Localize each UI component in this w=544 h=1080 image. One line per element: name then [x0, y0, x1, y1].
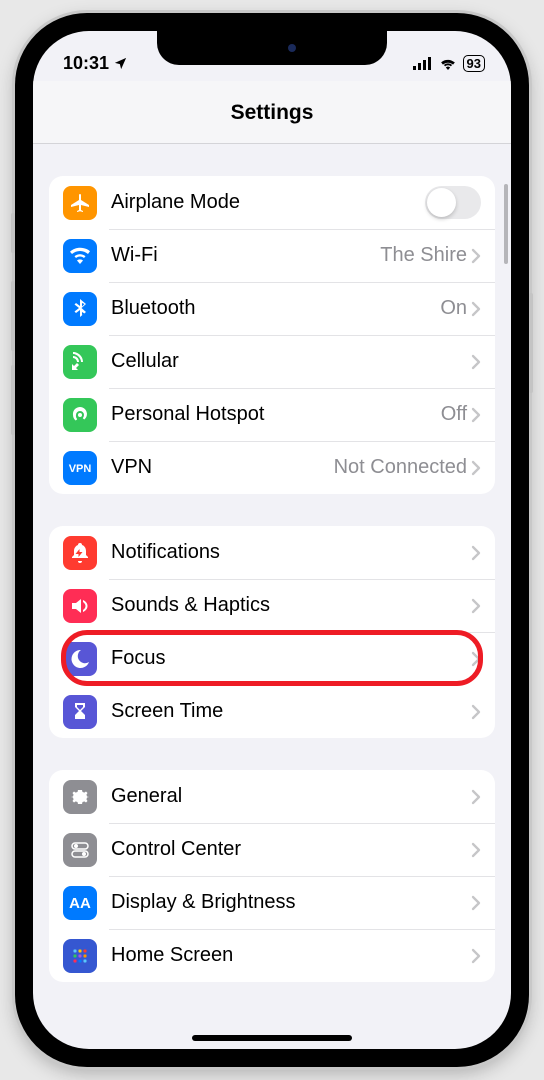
volume-up — [11, 281, 15, 351]
bluetooth-icon — [63, 292, 97, 326]
chevron-right-icon — [471, 301, 481, 317]
home-indicator[interactable] — [192, 1035, 352, 1041]
personal-hotspot-icon — [63, 398, 97, 432]
settings-row-cellular[interactable]: Cellular — [49, 335, 495, 388]
vpn-icon: VPN — [63, 451, 97, 485]
row-label: Notifications — [111, 541, 471, 564]
row-value: Not Connected — [334, 456, 467, 479]
settings-row-focus[interactable]: Focus — [49, 632, 495, 685]
settings-row-control-center[interactable]: Control Center — [49, 823, 495, 876]
focus-icon — [63, 642, 97, 676]
device-frame: 10:31 93 Settings Airplane Mode Wi-FiThe … — [15, 13, 529, 1067]
row-label: Wi-Fi — [111, 244, 380, 267]
home-screen-icon — [63, 939, 97, 973]
row-value: On — [440, 297, 467, 320]
nav-header: Settings — [33, 81, 511, 144]
settings-row-notifications[interactable]: Notifications — [49, 526, 495, 579]
chevron-right-icon — [471, 598, 481, 614]
chevron-right-icon — [471, 545, 481, 561]
chevron-right-icon — [471, 354, 481, 370]
settings-row-display[interactable]: AA Display & Brightness — [49, 876, 495, 929]
general-icon — [63, 780, 97, 814]
settings-list[interactable]: Airplane ModeWi-FiThe ShireBluetoothOnCe… — [33, 144, 511, 1049]
battery-indicator: 93 — [463, 55, 485, 72]
settings-row-screen-time[interactable]: Screen Time — [49, 685, 495, 738]
airplane-mode-icon — [63, 186, 97, 220]
settings-row-home-screen[interactable]: Home Screen — [49, 929, 495, 982]
control-center-icon — [63, 833, 97, 867]
settings-row-sounds-haptics[interactable]: Sounds & Haptics — [49, 579, 495, 632]
svg-text:VPN: VPN — [69, 463, 92, 475]
screen: 10:31 93 Settings Airplane Mode Wi-FiThe … — [33, 31, 511, 1049]
power-button — [529, 293, 533, 393]
scroll-indicator — [504, 184, 508, 264]
settings-group: Notifications Sounds & Haptics Focus Screen… — [49, 526, 495, 738]
wifi-signal-icon — [439, 57, 457, 70]
row-label: Control Center — [111, 838, 471, 861]
chevron-right-icon — [471, 842, 481, 858]
settings-row-vpn[interactable]: VPNVPNNot Connected — [49, 441, 495, 494]
display-icon: AA — [63, 886, 97, 920]
status-time: 10:31 — [63, 53, 109, 74]
chevron-right-icon — [471, 948, 481, 964]
chevron-right-icon — [471, 407, 481, 423]
settings-row-general[interactable]: General — [49, 770, 495, 823]
chevron-right-icon — [471, 789, 481, 805]
chevron-right-icon — [471, 651, 481, 667]
volume-down — [11, 365, 15, 435]
settings-row-airplane-mode[interactable]: Airplane Mode — [49, 176, 495, 229]
cellular-icon — [63, 345, 97, 379]
mute-switch — [11, 213, 15, 253]
sounds-haptics-icon — [63, 589, 97, 623]
page-title: Settings — [33, 101, 511, 125]
svg-text:AA: AA — [69, 895, 91, 912]
row-label: Display & Brightness — [111, 891, 471, 914]
row-label: General — [111, 785, 471, 808]
wifi-icon — [63, 239, 97, 273]
settings-row-personal-hotspot[interactable]: Personal HotspotOff — [49, 388, 495, 441]
row-label: Sounds & Haptics — [111, 594, 471, 617]
row-value: The Shire — [380, 244, 467, 267]
chevron-right-icon — [471, 704, 481, 720]
row-label: Screen Time — [111, 700, 471, 723]
cellular-signal-icon — [413, 57, 433, 70]
screen-time-icon — [63, 695, 97, 729]
location-icon — [113, 56, 128, 71]
chevron-right-icon — [471, 460, 481, 476]
airplane-mode-toggle[interactable] — [425, 186, 481, 219]
settings-row-wifi[interactable]: Wi-FiThe Shire — [49, 229, 495, 282]
notifications-icon — [63, 536, 97, 570]
row-label: VPN — [111, 456, 334, 479]
chevron-right-icon — [471, 248, 481, 264]
row-label: Airplane Mode — [111, 191, 425, 214]
row-label: Bluetooth — [111, 297, 440, 320]
row-label: Cellular — [111, 350, 471, 373]
row-label: Personal Hotspot — [111, 403, 441, 426]
row-value: Off — [441, 403, 467, 426]
row-label: Home Screen — [111, 944, 471, 967]
settings-row-bluetooth[interactable]: BluetoothOn — [49, 282, 495, 335]
row-label: Focus — [111, 647, 471, 670]
settings-group: Airplane ModeWi-FiThe ShireBluetoothOnCe… — [49, 176, 495, 494]
notch — [157, 31, 387, 65]
chevron-right-icon — [471, 895, 481, 911]
settings-group: General Control Center AA Display & Brightn… — [49, 770, 495, 982]
